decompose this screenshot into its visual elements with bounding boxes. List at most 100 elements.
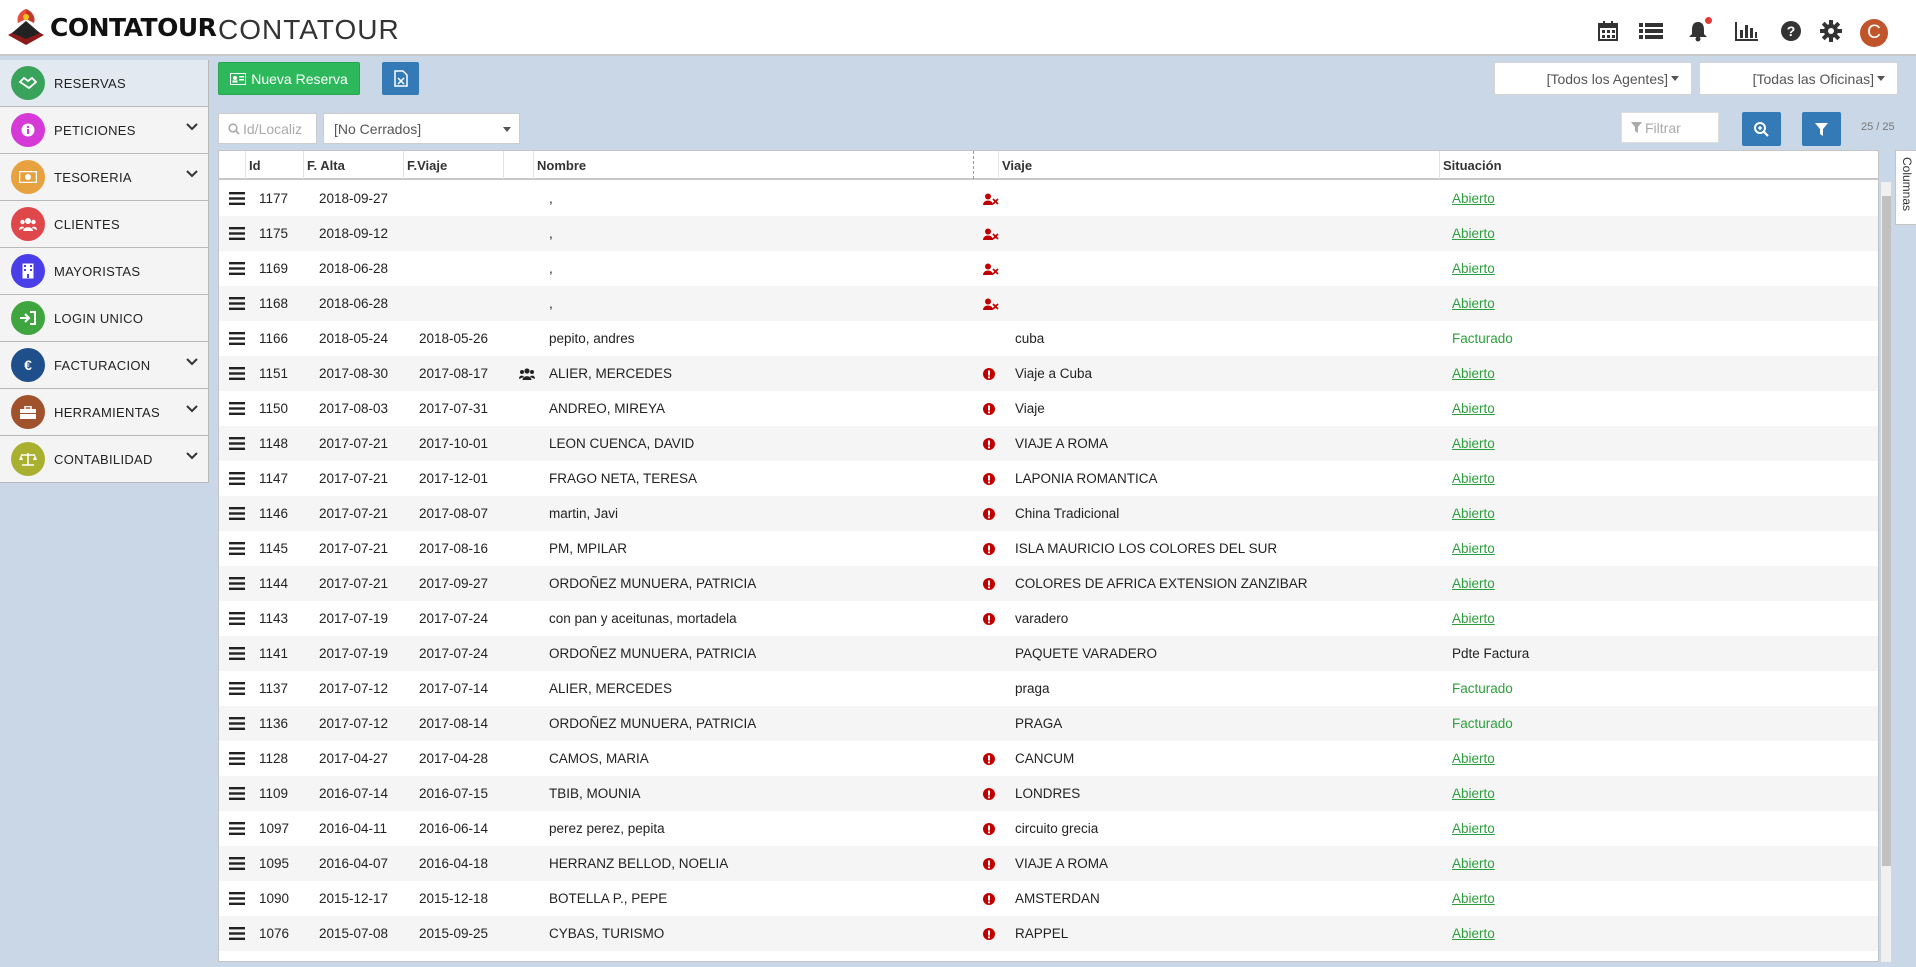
row-menu-button[interactable] [229, 461, 245, 496]
status-link[interactable]: Abierto [1452, 366, 1495, 381]
sidebar-item-login-unico[interactable]: LOGIN UNICO [0, 295, 209, 342]
agents-dropdown[interactable]: [Todos los Agentes] [1494, 62, 1692, 95]
table-row[interactable]: 1146 2017-07-21 2017-08-07 martin, Javi Chin… [219, 496, 1878, 531]
table-row[interactable]: 1076 2015-07-08 2015-09-25 CYBAS, TURISMO RA… [219, 916, 1878, 951]
table-row[interactable]: 1136 2017-07-12 2017-08-14 ORDOÑEZ MUNUERA,… [219, 706, 1878, 741]
row-menu-button[interactable] [229, 321, 245, 356]
help-icon[interactable]: ? [1778, 18, 1804, 44]
status-link[interactable]: Abierto [1452, 611, 1495, 626]
table-row[interactable]: 1150 2017-08-03 2017-07-31 ANDREO, MIREYA Vi… [219, 391, 1878, 426]
gear-icon[interactable] [1818, 18, 1844, 44]
row-menu-button[interactable] [229, 811, 245, 846]
status-link[interactable]: Abierto [1452, 541, 1495, 556]
status-link[interactable]: Abierto [1452, 751, 1495, 766]
status-link[interactable]: Abierto [1452, 891, 1495, 906]
header-id[interactable]: Id [246, 151, 304, 179]
sidebar-item-herramientas[interactable]: HERRAMIENTAS [0, 389, 209, 436]
row-menu-button[interactable] [229, 286, 245, 321]
row-menu-button[interactable] [229, 776, 245, 811]
sidebar-item-mayoristas[interactable]: MAYORISTAS [0, 248, 209, 295]
table-row[interactable]: 1145 2017-07-21 2017-08-16 PM, MPILAR ISLA M… [219, 531, 1878, 566]
row-menu-button[interactable] [229, 636, 245, 671]
sidebar-item-reservas[interactable]: RESERVAS [0, 60, 209, 107]
header-fecha-alta[interactable]: F. Alta [304, 151, 404, 179]
status-link[interactable]: Abierto [1452, 506, 1495, 521]
zoom-search-button[interactable] [1742, 112, 1781, 146]
table-row[interactable]: 1097 2016-04-11 2016-06-14 perez perez, pep… [219, 811, 1878, 846]
status-link[interactable]: Abierto [1452, 821, 1495, 836]
filter-input[interactable]: Filtrar [1621, 112, 1719, 143]
sidebar-item-tesoreria[interactable]: TESORERIA [0, 154, 209, 201]
row-menu-button[interactable] [229, 426, 245, 461]
table-row[interactable]: 1090 2015-12-17 2015-12-18 BOTELLA P., PEPE… [219, 881, 1878, 916]
scroll-thumb[interactable] [1882, 196, 1891, 866]
status-link[interactable]: Abierto [1452, 261, 1495, 276]
search-input[interactable]: Id/Localiz [218, 113, 317, 144]
table-row[interactable]: 1166 2018-05-24 2018-05-26 pepito, andres cu… [219, 321, 1878, 356]
table-row[interactable]: 1137 2017-07-12 2017-07-14 ALIER, MERCEDES p… [219, 671, 1878, 706]
table-row[interactable]: 1169 2018-06-28, Abierto [219, 251, 1878, 286]
logo[interactable]: CONTATOUR [4, 3, 217, 51]
row-menu-button[interactable] [229, 671, 245, 706]
status-link[interactable]: Abierto [1452, 436, 1495, 451]
row-menu-button[interactable] [229, 391, 245, 426]
row-menu-button[interactable] [229, 601, 245, 636]
cell-marker [983, 426, 995, 461]
table-row[interactable]: 1109 2016-07-14 2016-07-15 TBIB, MOUNIA LOND… [219, 776, 1878, 811]
sidebar-item-clientes[interactable]: CLIENTES [0, 201, 209, 248]
table-row[interactable]: 1141 2017-07-19 2017-07-24 ORDOÑEZ MUNUERA,… [219, 636, 1878, 671]
row-menu-button[interactable] [229, 881, 245, 916]
status-link[interactable]: Abierto [1452, 191, 1495, 206]
avatar[interactable]: C [1860, 19, 1888, 47]
row-menu-button[interactable] [229, 846, 245, 881]
row-menu-button[interactable] [229, 741, 245, 776]
table-row[interactable]: 1144 2017-07-21 2017-09-27 ORDOÑEZ MUNUERA,… [219, 566, 1878, 601]
bell-icon[interactable] [1685, 16, 1713, 44]
status-link[interactable]: Abierto [1452, 926, 1495, 941]
status-link[interactable]: Abierto [1452, 576, 1495, 591]
row-menu-button[interactable] [229, 251, 245, 286]
row-menu-button[interactable] [229, 566, 245, 601]
offices-dropdown[interactable]: [Todas las Oficinas] [1699, 62, 1898, 95]
hamburger-icon [229, 857, 245, 870]
status-link[interactable]: Abierto [1452, 226, 1495, 241]
row-menu-button[interactable] [229, 356, 245, 391]
table-row[interactable]: 1177 2018-09-27, Abierto [219, 181, 1878, 216]
row-menu-button[interactable] [229, 181, 245, 216]
status-link[interactable]: Abierto [1452, 296, 1495, 311]
calendar-icon[interactable] [1595, 18, 1621, 44]
new-reservation-button[interactable]: Nueva Reserva [218, 62, 360, 95]
row-menu-button[interactable] [229, 916, 245, 951]
filter-button[interactable] [1802, 112, 1841, 146]
header-nombre[interactable]: Nombre [534, 151, 974, 179]
status-select[interactable]: [No Cerrados] [323, 113, 520, 144]
table-row[interactable]: 1148 2017-07-21 2017-10-01 LEON CUENCA, DAV… [219, 426, 1878, 461]
sidebar-item-facturacion[interactable]: € FACTURACION [0, 342, 209, 389]
status-link[interactable]: Abierto [1452, 856, 1495, 871]
sidebar-item-peticiones[interactable]: PETICIONES [0, 107, 209, 154]
bar-chart-icon[interactable] [1734, 18, 1760, 44]
sidebar-item-contabilidad[interactable]: CONTABILIDAD [0, 436, 209, 483]
table-row[interactable]: 1128 2017-04-27 2017-04-28 CAMOS, MARIA CANC… [219, 741, 1878, 776]
status-link[interactable]: Abierto [1452, 786, 1495, 801]
header-situacion[interactable]: Situación [1440, 151, 1878, 179]
table-row[interactable]: 1147 2017-07-21 2017-12-01 FRAGO NETA, TERE… [219, 461, 1878, 496]
table-row[interactable]: 1151 2017-08-30 2017-08-17 ALIER, MERCEDES V… [219, 356, 1878, 391]
table-row[interactable]: 1168 2018-06-28, Abierto [219, 286, 1878, 321]
export-excel-button[interactable] [382, 62, 419, 95]
cell-viaje: circuito grecia [1015, 821, 1099, 836]
row-menu-button[interactable] [229, 706, 245, 741]
row-menu-button[interactable] [229, 531, 245, 566]
row-menu-button[interactable] [229, 216, 245, 251]
header-viaje[interactable]: Viaje [999, 151, 1440, 179]
row-menu-button[interactable] [229, 496, 245, 531]
header-fecha-viaje[interactable]: F.Viaje [404, 151, 504, 179]
status-link[interactable]: Abierto [1452, 471, 1495, 486]
list-icon[interactable] [1638, 18, 1664, 44]
cell-situacion: Abierto [1452, 601, 1495, 636]
status-link[interactable]: Abierto [1452, 401, 1495, 416]
columns-tab[interactable]: Columnas [1895, 150, 1916, 225]
table-row[interactable]: 1175 2018-09-12, Abierto [219, 216, 1878, 251]
table-row[interactable]: 1095 2016-04-07 2016-04-18 HERRANZ BELLOD, … [219, 846, 1878, 881]
table-row[interactable]: 1143 2017-07-19 2017-07-24 con pan y aceitu… [219, 601, 1878, 636]
